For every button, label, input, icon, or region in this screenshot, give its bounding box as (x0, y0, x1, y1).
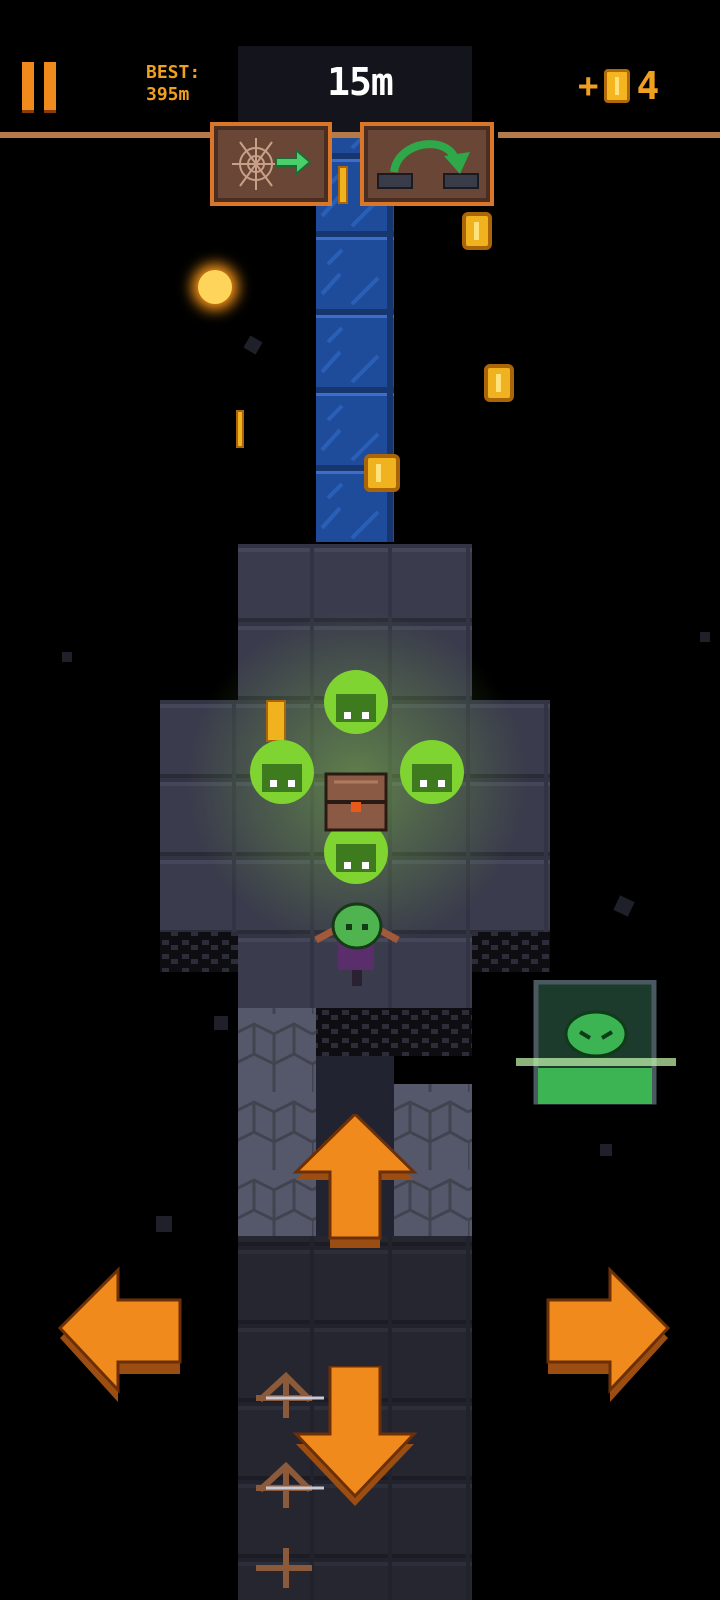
move-down-button[interactable] (290, 1366, 420, 1512)
green-ghost-icon (324, 670, 388, 734)
move-right-button[interactable] (542, 1266, 672, 1406)
arrow-left-icon (57, 1266, 182, 1402)
arrow-down-icon (292, 1366, 418, 1506)
arrow-up-icon (292, 1114, 418, 1248)
slime-jar-pickup[interactable] (516, 980, 676, 1116)
move-up-button[interactable] (290, 1114, 420, 1254)
treasure-chest-icon (324, 772, 388, 832)
green-ghost-icon (400, 740, 464, 804)
green-slime-in-jar-icon (516, 980, 676, 1105)
move-left-button[interactable] (56, 1266, 186, 1406)
goblin-hero-icon (314, 902, 400, 986)
arrow-right-icon (546, 1266, 671, 1402)
green-ghost-icon (250, 740, 314, 804)
